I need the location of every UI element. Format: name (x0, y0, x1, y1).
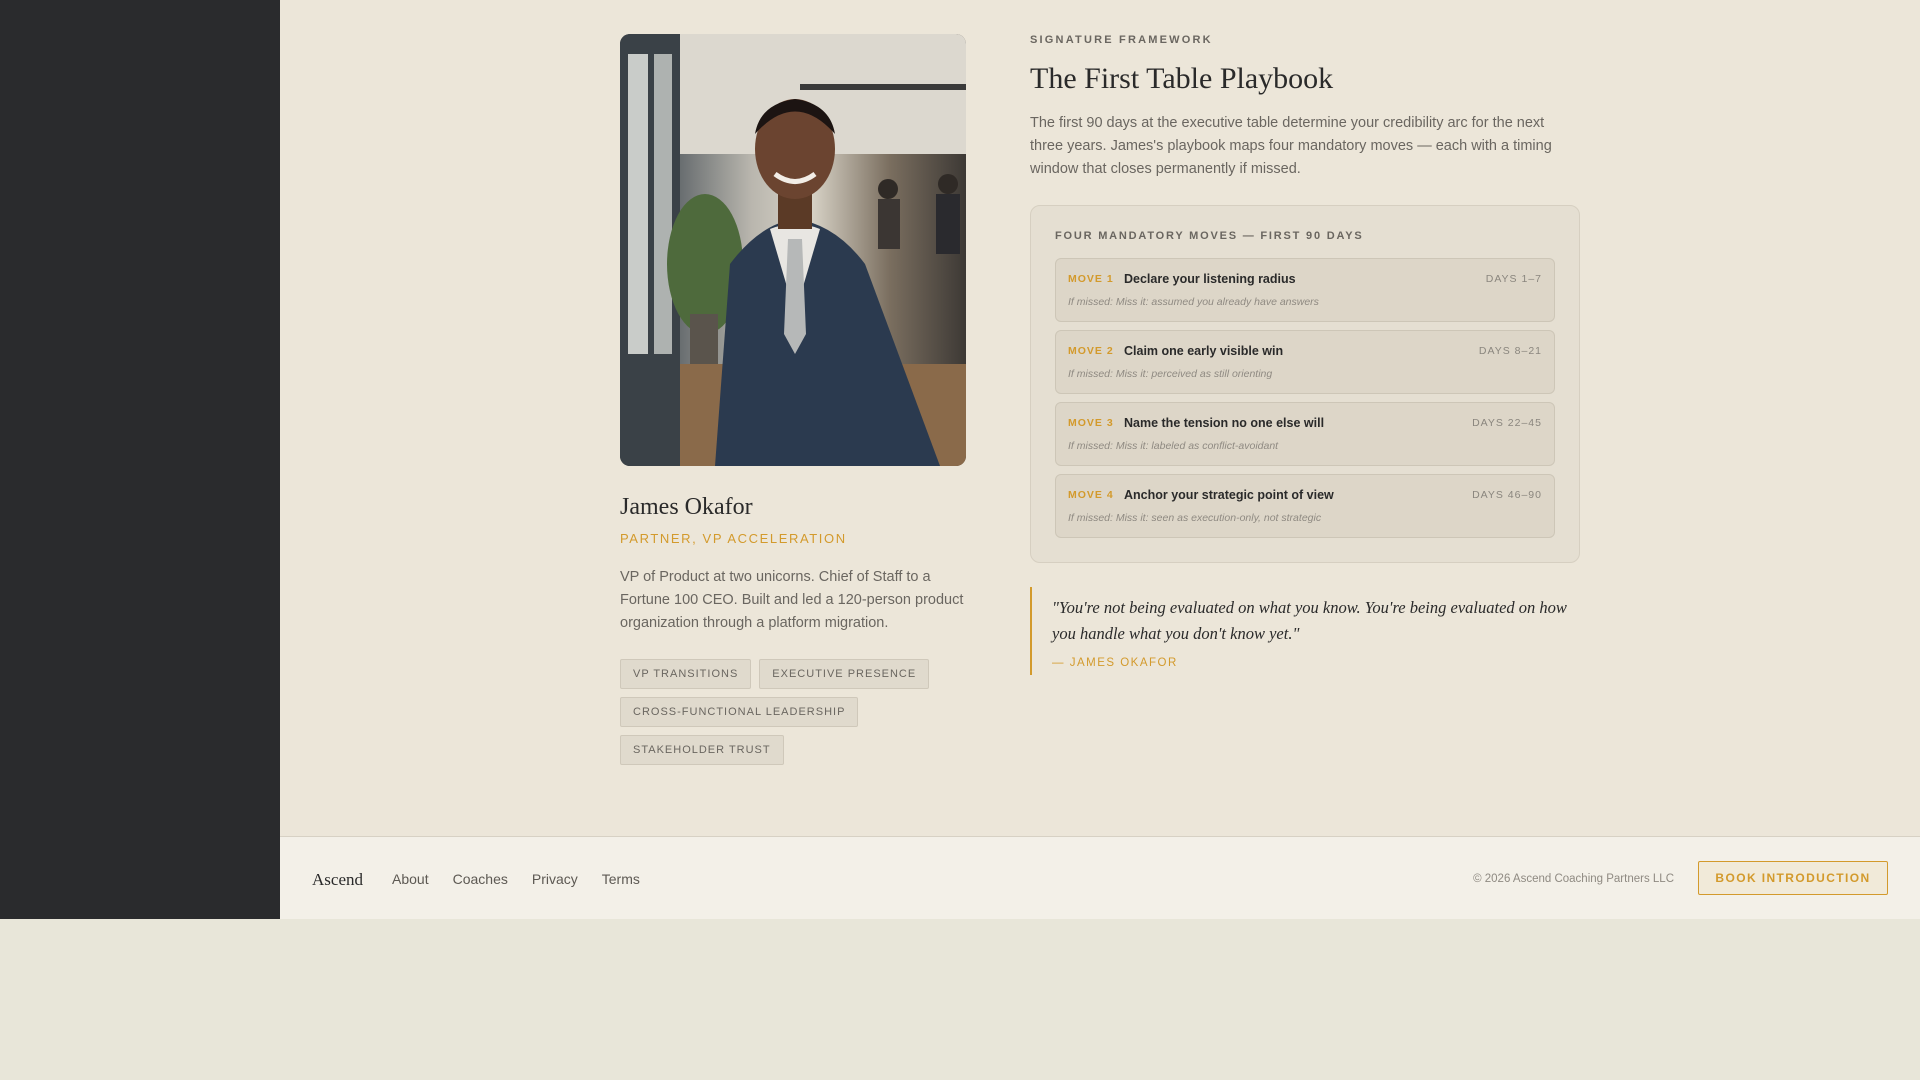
move-number: MOVE 4 (1068, 489, 1114, 501)
sidebar (0, 0, 280, 919)
quote-text: "You're not being evaluated on what you … (1052, 598, 1567, 643)
move-item: MOVE 2 Claim one early visible win DAYS … (1055, 330, 1555, 394)
move-title: Claim one early visible win (1124, 344, 1284, 358)
framework-description: The first 90 days at the executive table… (1030, 115, 1552, 177)
move-days: DAYS 8–21 (1478, 345, 1542, 357)
move-days: DAYS 22–45 (1472, 417, 1542, 429)
footer-link-coaches[interactable]: Coaches (453, 871, 508, 887)
move-days: DAYS 46–90 (1472, 489, 1542, 501)
move-item: MOVE 3 Name the tension no one else will… (1055, 402, 1555, 466)
coach-role: PARTNER, VP ACCELERATION (620, 531, 847, 546)
footer-copyright: © 2026 Ascend Coaching Partners LLC (1473, 873, 1674, 885)
move-miss-note: If missed: Miss it: labeled as conflict-… (1068, 440, 1279, 452)
move-days: DAYS 1–7 (1485, 273, 1542, 285)
move-title: Anchor your strategic point of view (1124, 488, 1334, 502)
coach-bio: VP of Product at two unicorns. Chief of … (620, 569, 964, 631)
move-miss-note: If missed: Miss it: perceived as still o… (1068, 368, 1273, 380)
expertise-tags: VP TRANSITIONS EXECUTIVE PRESENCE CROSS-… (620, 659, 940, 765)
footer-link-privacy[interactable]: Privacy (532, 871, 578, 887)
footer-brand-logo[interactable]: Ascend (312, 870, 363, 890)
coach-name: James Okafor (620, 494, 753, 520)
footer-nav: About Coaches Privacy Terms (392, 871, 640, 887)
move-number: MOVE 2 (1068, 345, 1114, 357)
site-footer: Ascend About Coaches Privacy Terms © 202… (280, 836, 1920, 919)
tag-vp-transitions: VP TRANSITIONS (620, 659, 752, 689)
coach-profile: James Okafor PARTNER, VP ACCELERATION VP… (620, 34, 966, 765)
footer-link-terms[interactable]: Terms (602, 871, 640, 887)
moves-card: FOUR MANDATORY MOVES — FIRST 90 DAYS MOV… (1030, 205, 1580, 563)
tag-cross-functional-leadership: CROSS-FUNCTIONAL LEADERSHIP (620, 697, 859, 727)
moves-heading: FOUR MANDATORY MOVES — FIRST 90 DAYS (1055, 230, 1364, 242)
tag-executive-presence: EXECUTIVE PRESENCE (759, 659, 930, 689)
coach-quote: "You're not being evaluated on what you … (1030, 587, 1580, 675)
move-miss-note: If missed: Miss it: seen as execution-on… (1068, 512, 1322, 524)
framework-section: SIGNATURE FRAMEWORK The First Table Play… (1030, 34, 1580, 675)
move-miss-note: If missed: Miss it: assumed you already … (1068, 296, 1319, 308)
portrait-illustration (620, 34, 966, 466)
framework-title: The First Table Playbook (1030, 62, 1334, 95)
move-title: Name the tension no one else will (1124, 416, 1325, 430)
move-number: MOVE 3 (1068, 417, 1114, 429)
main-content: James Okafor PARTNER, VP ACCELERATION VP… (280, 0, 1920, 836)
coach-portrait-image (620, 34, 966, 466)
framework-eyebrow: SIGNATURE FRAMEWORK (1030, 34, 1213, 46)
move-title: Declare your listening radius (1124, 272, 1296, 286)
move-item: MOVE 1 Declare your listening radius DAY… (1055, 258, 1555, 322)
book-introduction-button[interactable]: BOOK INTRODUCTION (1698, 861, 1888, 895)
tag-stakeholder-trust: STAKEHOLDER TRUST (620, 735, 784, 765)
footer-link-about[interactable]: About (392, 871, 429, 887)
move-number: MOVE 1 (1068, 273, 1114, 285)
quote-author: — JAMES OKAFOR (1052, 657, 1178, 669)
move-item: MOVE 4 Anchor your strategic point of vi… (1055, 474, 1555, 538)
